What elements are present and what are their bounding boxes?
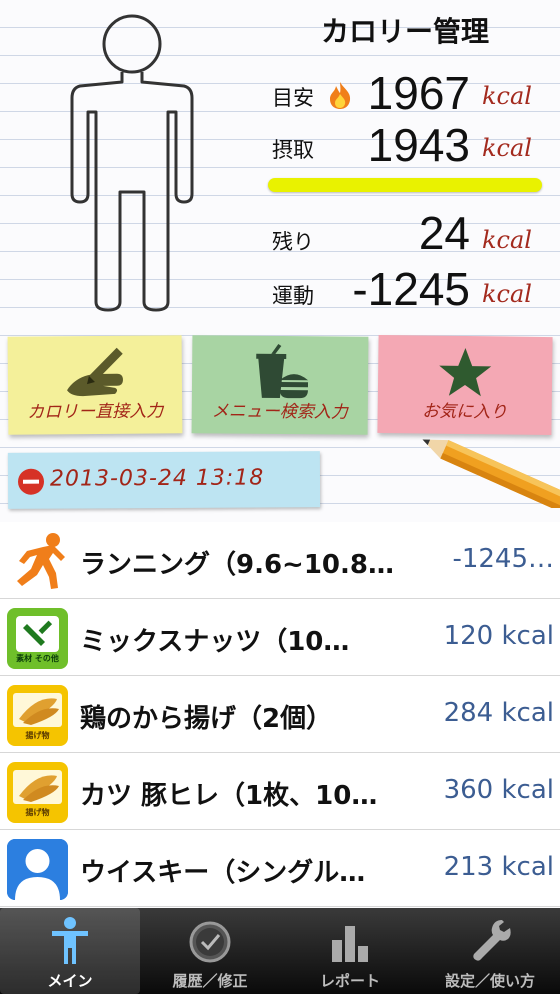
direct-input-button[interactable]: カロリー直接入力 xyxy=(7,335,183,435)
entry-name: ウイスキー（シングル… xyxy=(80,858,366,888)
intake-label: 摂取 xyxy=(272,138,314,162)
entry-name: カツ 豚ヒレ（1枚、10… xyxy=(80,781,378,811)
entry-kcal: 360 kcal xyxy=(443,775,554,805)
wrench-icon xyxy=(473,920,511,961)
flame-icon xyxy=(330,82,351,109)
icon-caption: 素材 その他 xyxy=(16,654,59,663)
list-item[interactable]: ランニング（9.6~10.8… -1245… xyxy=(0,522,560,599)
tab-report[interactable]: レポート xyxy=(280,908,420,994)
person-icon xyxy=(52,917,88,964)
entry-kcal: 120 kcal xyxy=(443,621,554,651)
menu-search-label: メニュー検索入力 xyxy=(211,401,348,423)
star-icon xyxy=(439,348,492,397)
delete-date-icon[interactable] xyxy=(17,468,45,495)
exercise-label: 運動 xyxy=(272,284,314,308)
tab-label: 履歴／修正 xyxy=(172,972,248,990)
intake-value: 1943 xyxy=(367,119,470,171)
exercise-value: -1245 xyxy=(352,263,470,315)
hand-writing-icon xyxy=(67,347,123,397)
fried-food-icon: 揚げ物 xyxy=(7,762,68,823)
calorie-summary: カロリー管理 目安 1967 kcal 摂取 1943 kcal 残り 24 k… xyxy=(0,0,560,330)
date-tag[interactable]: 2013-03-24 13:18 xyxy=(7,451,321,509)
favorites-button[interactable]: お気に入り xyxy=(377,334,553,436)
pencil-decoration-icon xyxy=(422,439,560,508)
direct-input-label: カロリー直接入力 xyxy=(27,401,164,423)
target-unit: kcal xyxy=(482,82,532,110)
body-figure-icon xyxy=(70,14,194,312)
tab-history[interactable]: 履歴／修正 xyxy=(140,908,280,994)
list-item[interactable]: 素材 その他 ミックスナッツ（10… 120 kcal xyxy=(0,599,560,676)
tab-main[interactable]: メイン xyxy=(0,908,140,994)
menu-search-button[interactable]: メニュー検索入力 xyxy=(191,335,369,435)
app-title: カロリー管理 xyxy=(320,15,489,48)
tab-label: レポート xyxy=(319,972,380,990)
entry-kcal: 213 kcal xyxy=(443,852,554,882)
icon-caption: 揚げ物 xyxy=(25,731,50,740)
nuts-category-icon: 素材 その他 xyxy=(7,608,68,669)
list-item[interactable]: 揚げ物 カツ 豚ヒレ（1枚、10… 360 kcal xyxy=(0,753,560,830)
entry-kcal: 284 kcal xyxy=(443,698,554,728)
intake-unit: kcal xyxy=(482,134,532,162)
tab-label: 設定／使い方 xyxy=(444,972,535,990)
remaining-label: 残り xyxy=(272,230,314,254)
entry-name: ランニング（9.6~10.8… xyxy=(80,550,394,580)
entry-kcal: -1245… xyxy=(452,544,554,574)
fried-food-icon: 揚げ物 xyxy=(7,685,68,746)
remaining-value: 24 xyxy=(418,207,470,259)
target-label: 目安 xyxy=(272,86,314,110)
exercise-unit: kcal xyxy=(482,280,532,308)
fast-food-icon xyxy=(256,343,309,399)
list-item[interactable]: ウイスキー（シングル… 213 kcal xyxy=(0,830,560,907)
bar-chart-icon xyxy=(332,926,368,962)
date-text: 2013-03-24 13:18 xyxy=(49,465,265,492)
tab-settings[interactable]: 設定／使い方 xyxy=(420,908,560,994)
list-item[interactable]: 揚げ物 鶏のから揚げ（2個） 284 kcal xyxy=(0,676,560,753)
user-silhouette-icon xyxy=(7,839,68,900)
icon-caption: 揚げ物 xyxy=(25,808,50,817)
tab-label: メイン xyxy=(47,972,93,990)
target-value: 1967 xyxy=(367,67,470,119)
favorites-label: お気に入り xyxy=(422,401,508,423)
running-icon xyxy=(17,533,65,589)
entry-list: ランニング（9.6~10.8… -1245… 素材 その他 ミックスナッツ（10… xyxy=(0,522,560,907)
entry-name: 鶏のから揚げ（2個） xyxy=(80,704,333,734)
clock-icon xyxy=(189,921,231,963)
remaining-unit: kcal xyxy=(482,226,532,254)
intake-progress-bar xyxy=(268,178,542,192)
entry-name: ミックスナッツ（10… xyxy=(80,627,350,657)
tab-bar: メイン 履歴／修正 レポート 設定／使い方 xyxy=(0,908,560,994)
